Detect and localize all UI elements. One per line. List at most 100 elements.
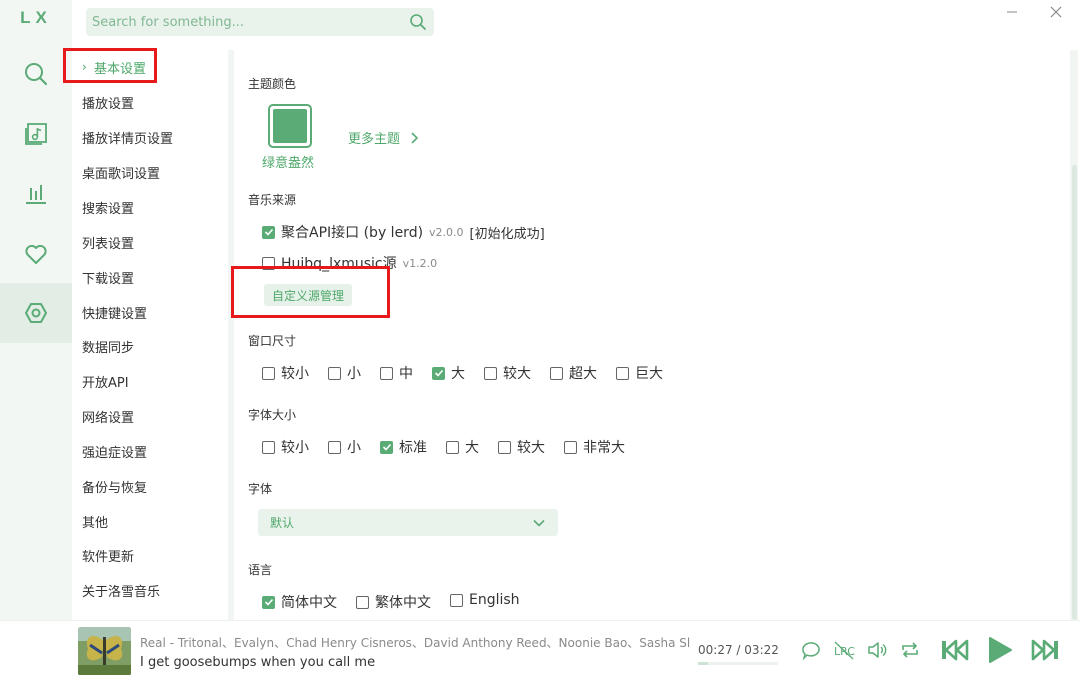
- nav-item-hotkey[interactable]: 快捷键设置: [82, 300, 147, 324]
- volume-icon: [868, 642, 887, 658]
- font-size-option[interactable]: 较小: [262, 437, 309, 457]
- close-button[interactable]: [1046, 2, 1066, 22]
- music-library-icon: [25, 123, 47, 145]
- checkbox-icon: [484, 366, 497, 380]
- comment-icon: [802, 642, 820, 661]
- language-option[interactable]: 简体中文: [262, 592, 337, 612]
- search-input[interactable]: [92, 14, 408, 30]
- play-icon: [989, 637, 1012, 663]
- more-themes-link[interactable]: 更多主题: [348, 128, 422, 147]
- checkbox-icon: [498, 440, 511, 454]
- window-size-option[interactable]: 较小: [262, 363, 309, 383]
- search-icon: [25, 63, 48, 86]
- custom-source-button[interactable]: 自定义源管理: [264, 284, 353, 306]
- progress-fill: [698, 662, 709, 665]
- checkbox-icon: [616, 366, 629, 380]
- minimize-button[interactable]: [1002, 2, 1022, 22]
- rail-library[interactable]: [0, 104, 72, 164]
- player-bar: Real - Tritonal、Evalyn、Chad Henry Cisner…: [0, 620, 1080, 675]
- rail-settings[interactable]: [0, 283, 72, 343]
- checkbox-icon: [550, 366, 563, 380]
- window-size-option[interactable]: 超大: [550, 363, 597, 383]
- app-logo: LX: [20, 8, 52, 27]
- theme-name: 绿意盎然: [262, 156, 315, 171]
- next-icon: [1031, 639, 1058, 661]
- checkbox-icon: [262, 366, 275, 380]
- window-size-option[interactable]: 小: [328, 363, 361, 383]
- previous-button[interactable]: [940, 637, 970, 663]
- comment-button[interactable]: [800, 639, 822, 661]
- checkbox-icon: [328, 440, 341, 454]
- font-size-option[interactable]: 标准: [380, 437, 427, 457]
- nav-item-download[interactable]: 下载设置: [82, 265, 134, 289]
- nav-item-desktop-lyric[interactable]: 桌面歌词设置: [82, 160, 160, 184]
- nav-item-list[interactable]: 列表设置: [82, 230, 134, 254]
- source-option[interactable]: Huibq_lxmusic源 v1.2.0: [262, 253, 437, 273]
- rail-leaderboard[interactable]: [0, 164, 72, 224]
- nav-item-update[interactable]: 软件更新: [82, 543, 134, 567]
- checkbox-icon: [262, 256, 275, 270]
- checkbox-icon: [328, 366, 341, 380]
- window-size-option[interactable]: 较大: [484, 363, 531, 383]
- checkbox-icon: [380, 366, 393, 380]
- next-button[interactable]: [1030, 637, 1060, 663]
- section-title-font: 字体: [248, 482, 273, 496]
- checkbox-checked-icon: [432, 366, 445, 380]
- minimize-icon: [1007, 11, 1017, 13]
- volume-button[interactable]: [866, 639, 888, 661]
- section-title-source: 音乐来源: [248, 193, 297, 207]
- font-size-option[interactable]: 较大: [498, 437, 545, 457]
- checkbox-checked-icon: [262, 225, 275, 239]
- nav-item-open-api[interactable]: 开放API: [82, 369, 129, 393]
- search-icon[interactable]: [408, 12, 428, 32]
- nav-item-play-detail[interactable]: 播放详情页设置: [82, 125, 173, 149]
- play-mode-button[interactable]: [899, 639, 921, 661]
- checkbox-icon: [356, 595, 369, 609]
- time-display: 00:27 / 03:22: [698, 643, 779, 657]
- nav-item-playback[interactable]: 播放设置: [82, 90, 134, 114]
- settings-content: 主题颜色 绿意盎然 更多主题 音乐来源 聚合API接口 (by lerd) v2…: [234, 50, 1068, 620]
- scrollbar-thumb[interactable]: [1072, 165, 1077, 620]
- language-option[interactable]: 繁体中文: [356, 592, 431, 612]
- settings-nav: › 基本设置 播放设置 播放详情页设置 桌面歌词设置 搜索设置 列表设置 下载设置…: [72, 50, 228, 620]
- nav-item-sync[interactable]: 数据同步: [82, 334, 134, 358]
- source-option[interactable]: 聚合API接口 (by lerd) v2.0.0 [初始化成功]: [262, 222, 545, 242]
- chevron-down-icon: [533, 519, 545, 527]
- rail-search[interactable]: [0, 44, 72, 104]
- window-size-option[interactable]: 大: [432, 363, 465, 383]
- close-icon: [1050, 6, 1062, 18]
- window-size-option[interactable]: 巨大: [616, 363, 663, 383]
- progress-bar[interactable]: [698, 662, 778, 665]
- leaderboard-icon: [26, 185, 46, 204]
- nav-item-search[interactable]: 搜索设置: [82, 195, 134, 219]
- nav-item-backup[interactable]: 备份与恢复: [82, 474, 147, 498]
- album-cover[interactable]: [78, 627, 131, 675]
- repeat-icon: [902, 642, 918, 658]
- search-box[interactable]: [86, 8, 434, 36]
- font-size-option[interactable]: 大: [446, 437, 479, 457]
- track-artist: Real - Tritonal、Evalyn、Chad Henry Cisner…: [140, 636, 690, 650]
- window-size-option[interactable]: 中: [380, 363, 413, 383]
- nav-item-ocd[interactable]: 强迫症设置: [82, 439, 147, 463]
- nav-item-basic[interactable]: › 基本设置: [82, 55, 146, 79]
- lyric-line: I get goosebumps when you call me: [140, 655, 376, 670]
- nav-item-about[interactable]: 关于洛雪音乐: [82, 578, 160, 602]
- language-option[interactable]: English: [450, 592, 520, 608]
- checkbox-icon: [446, 440, 459, 454]
- font-select[interactable]: 默认: [258, 509, 558, 536]
- font-size-option[interactable]: 非常大: [564, 437, 625, 457]
- desktop-lyric-button[interactable]: LRC: [833, 639, 855, 661]
- nav-item-network[interactable]: 网络设置: [82, 404, 134, 428]
- theme-swatch[interactable]: [268, 104, 312, 148]
- play-button[interactable]: [984, 635, 1014, 665]
- chevron-right-icon: ›: [82, 60, 87, 74]
- theme-color: [273, 109, 307, 143]
- total-time: 03:22: [744, 643, 779, 657]
- rail-favorites[interactable]: [0, 224, 72, 284]
- nav-item-other[interactable]: 其他: [82, 509, 108, 533]
- previous-icon: [942, 639, 969, 661]
- font-size-option[interactable]: 小: [328, 437, 361, 457]
- checkbox-checked-icon: [380, 440, 393, 454]
- section-title-font-size: 字体大小: [248, 408, 297, 422]
- current-time: 00:27: [698, 643, 733, 657]
